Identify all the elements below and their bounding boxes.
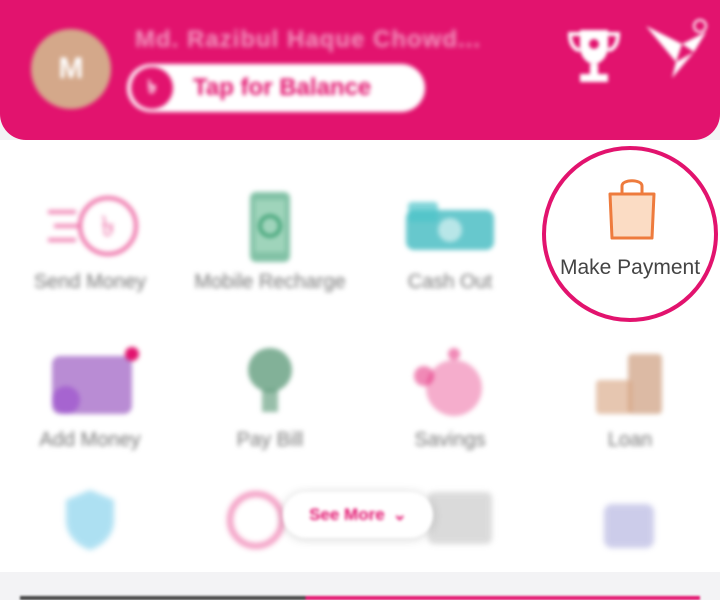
shield-icon <box>66 490 114 550</box>
service-pay-bill[interactable]: Pay Bill <box>180 316 360 466</box>
avatar-initial: M <box>58 52 84 85</box>
service-cash-out[interactable]: Cash Out <box>360 158 540 308</box>
service-label: Loan <box>607 429 653 451</box>
service-label: Pay Bill <box>236 429 304 451</box>
bag-icon <box>604 504 654 548</box>
service-loan[interactable]: Loan <box>540 316 720 466</box>
cash-out-icon <box>406 202 494 250</box>
chevron-down-icon: ⌄ <box>392 505 407 524</box>
see-more-label: See More <box>309 505 385 524</box>
coin-icon <box>227 491 285 549</box>
service-label: Cash Out <box>407 271 493 293</box>
send-money-icon: ৳ <box>48 196 138 256</box>
see-more-button[interactable]: See More ⌄ <box>283 492 433 538</box>
loan-icon <box>596 354 662 414</box>
service-mobile-recharge[interactable]: Mobile Recharge <box>180 158 360 308</box>
service-label: Add Money <box>39 429 141 451</box>
ticket-icon <box>428 492 492 544</box>
tap-for-balance-button[interactable]: ৳ Tap for Balance <box>127 64 425 112</box>
service-savings[interactable]: Savings <box>360 316 540 466</box>
trophy-icon[interactable] <box>566 26 622 86</box>
service-add-money[interactable]: Add Money <box>0 316 180 466</box>
user-name: Md. Razibul Haque Chowd... <box>135 26 481 53</box>
bottom-banner-strip <box>20 596 700 600</box>
pay-bill-icon <box>248 348 292 412</box>
savings-icon <box>414 348 482 416</box>
service-label: Savings <box>414 429 486 451</box>
taka-coin-icon: ৳ <box>131 67 173 109</box>
service-label: Make Payment <box>559 256 701 279</box>
service-make-payment[interactable]: Make Payment <box>542 146 718 322</box>
add-money-icon <box>52 347 139 414</box>
avatar[interactable]: M <box>31 29 111 109</box>
account-header: M Md. Razibul Haque Chowd... ৳ Tap for B… <box>0 0 720 140</box>
service-label: Mobile Recharge <box>194 271 346 293</box>
service-label: Send Money <box>33 271 147 293</box>
shopping-bag-icon <box>608 179 656 240</box>
svg-text:৳: ৳ <box>101 211 115 242</box>
bkash-logo-icon[interactable] <box>642 18 712 82</box>
service-send-money[interactable]: ৳ Send Money <box>0 158 180 308</box>
balance-button-label: Tap for Balance <box>193 74 372 101</box>
mobile-recharge-icon <box>250 192 290 262</box>
